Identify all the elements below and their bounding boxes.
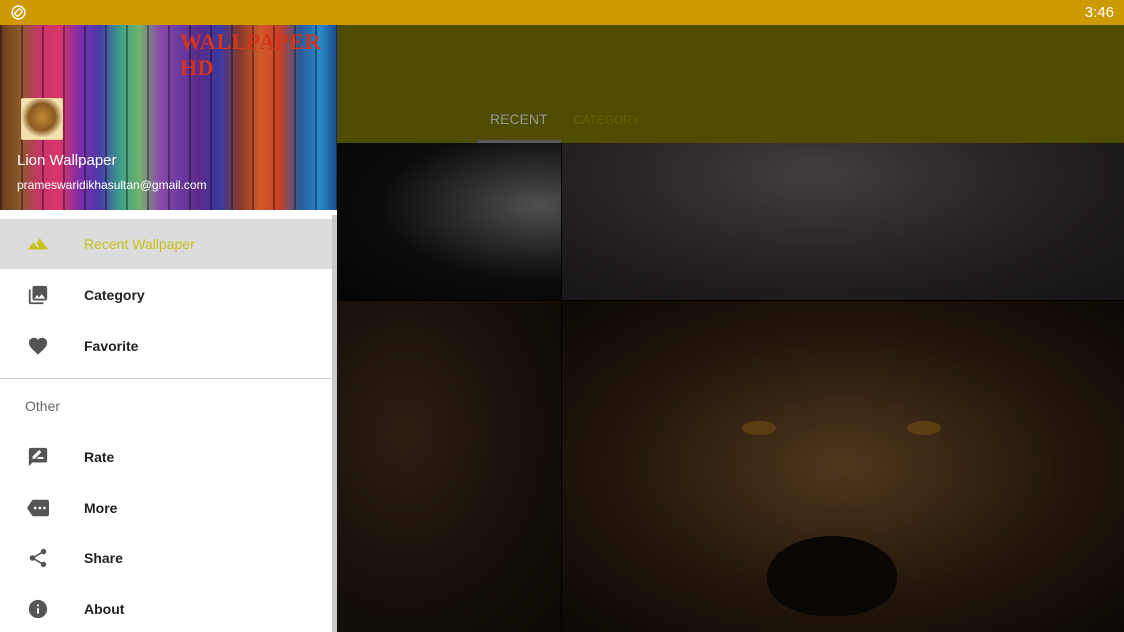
nav-item-label: About xyxy=(84,601,125,617)
share-icon xyxy=(29,548,47,568)
status-clock: 3:46 xyxy=(1084,4,1114,21)
nav-item-label: Share xyxy=(84,550,123,566)
nav-item-more[interactable]: More xyxy=(0,483,337,533)
nav-item-rate[interactable]: Rate xyxy=(0,432,337,482)
nav-item-label: Rate xyxy=(84,449,115,465)
info-icon xyxy=(28,599,48,619)
nav-item-about[interactable]: About xyxy=(0,584,337,632)
user-email: prameswaridikhasultan@gmail.com xyxy=(17,178,207,192)
nav-item-label: Category xyxy=(84,287,145,303)
nav-item-favorite[interactable]: Favorite xyxy=(0,321,337,371)
heart-icon xyxy=(28,337,48,355)
nav-item-label: Recent Wallpaper xyxy=(84,236,195,252)
drawer-scrollbar[interactable] xyxy=(332,215,337,632)
avatar xyxy=(21,98,63,140)
section-header-other: Other xyxy=(25,398,61,414)
user-name: Lion Wallpaper xyxy=(17,152,117,169)
photo-library-icon xyxy=(28,285,48,305)
drawer-header: WALLPAPER HD Lion Wallpaper prameswaridi… xyxy=(0,25,337,210)
rate-review-icon xyxy=(28,447,48,467)
nav-item-recent-wallpaper[interactable]: Recent Wallpaper xyxy=(0,219,337,269)
more-icon xyxy=(27,499,49,517)
nav-item-label: More xyxy=(84,500,118,516)
landscape-icon xyxy=(27,238,49,250)
screen-rotation-icon xyxy=(11,5,26,20)
status-bar: 3:46 xyxy=(0,0,1124,25)
nav-item-label: Favorite xyxy=(84,338,139,354)
header-gap xyxy=(0,210,337,217)
nav-item-share[interactable]: Share xyxy=(0,533,337,583)
navigation-drawer: WALLPAPER HD Lion Wallpaper prameswaridi… xyxy=(0,25,337,632)
nav-item-category[interactable]: Category xyxy=(0,270,337,320)
header-brand: WALLPAPER HD xyxy=(180,29,321,80)
divider xyxy=(0,378,337,379)
